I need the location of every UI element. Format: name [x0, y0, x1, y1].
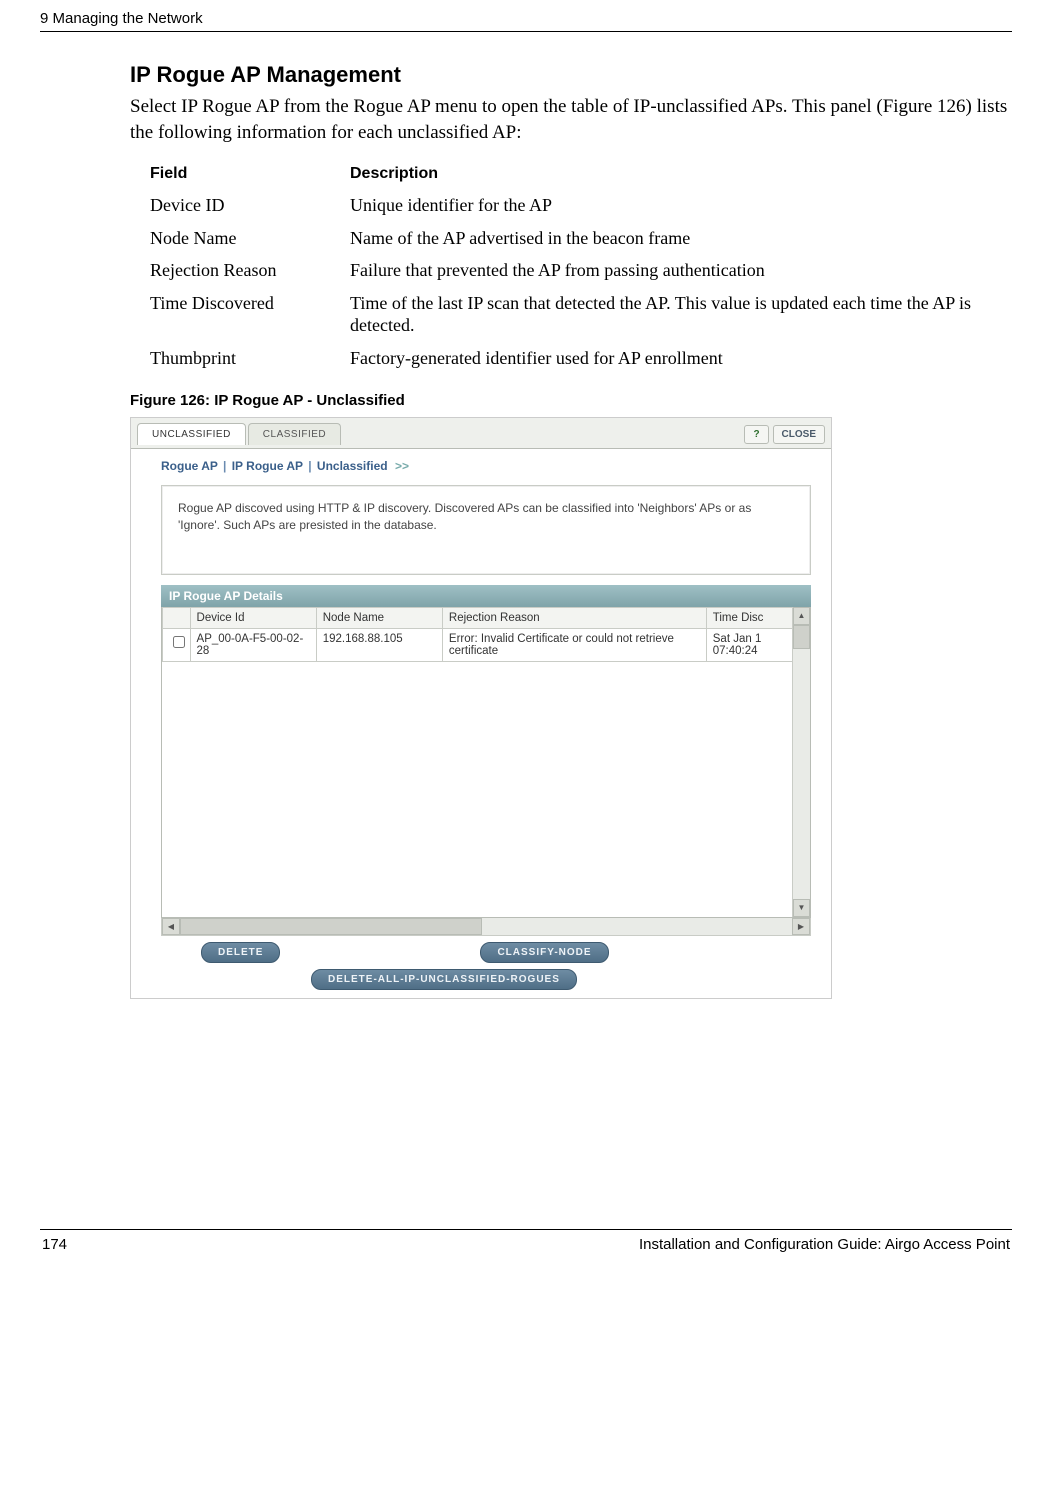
fields-table: Field Description Device ID Unique ident… — [150, 159, 1032, 374]
scroll-down-icon[interactable]: ▼ — [793, 899, 810, 917]
page-number: 174 — [42, 1236, 67, 1253]
classify-node-button[interactable]: CLASSIFY-NODE — [480, 942, 608, 963]
running-header: 9 Managing the Network — [40, 10, 1012, 31]
vertical-scrollbar[interactable]: ▲ ▼ — [792, 607, 810, 917]
grid-cell-rejection: Error: Invalid Certificate or could not … — [442, 628, 706, 661]
footer-rule — [40, 1229, 1012, 1230]
field-name: Time Discovered — [150, 287, 350, 342]
delete-button[interactable]: DELETE — [201, 942, 280, 963]
fields-head-field: Field — [150, 159, 350, 189]
chevron-right-icon: >> — [395, 459, 409, 473]
field-name: Node Name — [150, 222, 350, 255]
scroll-up-icon[interactable]: ▲ — [793, 607, 810, 625]
grid-head-check — [163, 607, 191, 628]
details-title: IP Rogue AP Details — [161, 585, 811, 607]
header-rule — [40, 31, 1012, 32]
field-desc: Failure that prevented the AP from passi… — [350, 254, 1032, 287]
field-name: Thumbprint — [150, 342, 350, 375]
section-body: Select IP Rogue AP from the Rogue AP men… — [130, 94, 1012, 145]
breadcrumb-a: Rogue AP — [161, 459, 218, 473]
breadcrumb-b: IP Rogue AP — [232, 459, 303, 473]
grid-head-rejection[interactable]: Rejection Reason — [442, 607, 706, 628]
table-row: Node Name Name of the AP advertised in t… — [150, 222, 1032, 255]
fields-head-desc: Description — [350, 159, 1032, 189]
table-row: Thumbprint Factory-generated identifier … — [150, 342, 1032, 375]
grid-cell-node: 192.168.88.105 — [316, 628, 442, 661]
scroll-left-icon[interactable]: ◀ — [162, 918, 180, 935]
field-desc: Unique identifier for the AP — [350, 189, 1032, 222]
tab-bar: UNCLASSIFIED CLASSIFIED ? CLOSE — [131, 418, 831, 449]
table-row: Rejection Reason Failure that prevented … — [150, 254, 1032, 287]
horizontal-scrollbar[interactable]: ◀ ▶ — [161, 918, 811, 936]
footer: 174 Installation and Configuration Guide… — [40, 1236, 1012, 1253]
scroll-track[interactable] — [180, 918, 792, 935]
footer-title: Installation and Configuration Guide: Ai… — [639, 1236, 1010, 1253]
field-desc: Name of the AP advertised in the beacon … — [350, 222, 1032, 255]
details-grid: Device Id Node Name Rejection Reason Tim… — [162, 607, 810, 662]
breadcrumb-sep: | — [308, 459, 311, 473]
grid-wrap: Device Id Node Name Rejection Reason Tim… — [161, 607, 811, 918]
help-button[interactable]: ? — [744, 425, 768, 444]
table-row: Time Discovered Time of the last IP scan… — [150, 287, 1032, 342]
table-row: Device ID Unique identifier for the AP — [150, 189, 1032, 222]
close-button[interactable]: CLOSE — [773, 425, 825, 444]
scroll-thumb[interactable] — [793, 625, 810, 649]
breadcrumb-c: Unclassified — [317, 459, 388, 473]
explain-box: Rogue AP discoved using HTTP & IP discov… — [161, 485, 811, 575]
row-checkbox[interactable] — [173, 636, 185, 648]
screenshot: UNCLASSIFIED CLASSIFIED ? CLOSE Rogue AP… — [130, 417, 832, 999]
tab-unclassified[interactable]: UNCLASSIFIED — [137, 423, 246, 445]
field-desc: Factory-generated identifier used for AP… — [350, 342, 1032, 375]
breadcrumb-sep: | — [223, 459, 226, 473]
field-name: Rejection Reason — [150, 254, 350, 287]
figure-caption: Figure 126: IP Rogue AP - Unclassified — [130, 392, 1012, 409]
grid-cell-device: AP_00-0A-F5-00-02-28 — [190, 628, 316, 661]
question-icon: ? — [753, 429, 759, 440]
scroll-thumb[interactable] — [180, 918, 482, 935]
breadcrumb: Rogue AP | IP Rogue AP | Unclassified >> — [131, 449, 831, 479]
delete-all-button[interactable]: DELETE-ALL-IP-UNCLASSIFIED-ROGUES — [311, 969, 577, 990]
field-desc: Time of the last IP scan that detected t… — [350, 287, 1032, 342]
scroll-right-icon[interactable]: ▶ — [792, 918, 810, 935]
grid-row[interactable]: AP_00-0A-F5-00-02-28 192.168.88.105 Erro… — [163, 628, 810, 661]
grid-head-node[interactable]: Node Name — [316, 607, 442, 628]
grid-cell-check[interactable] — [163, 628, 191, 661]
tab-classified[interactable]: CLASSIFIED — [248, 423, 341, 445]
grid-head-device[interactable]: Device Id — [190, 607, 316, 628]
section-title: IP Rogue AP Management — [130, 62, 1012, 88]
field-name: Device ID — [150, 189, 350, 222]
